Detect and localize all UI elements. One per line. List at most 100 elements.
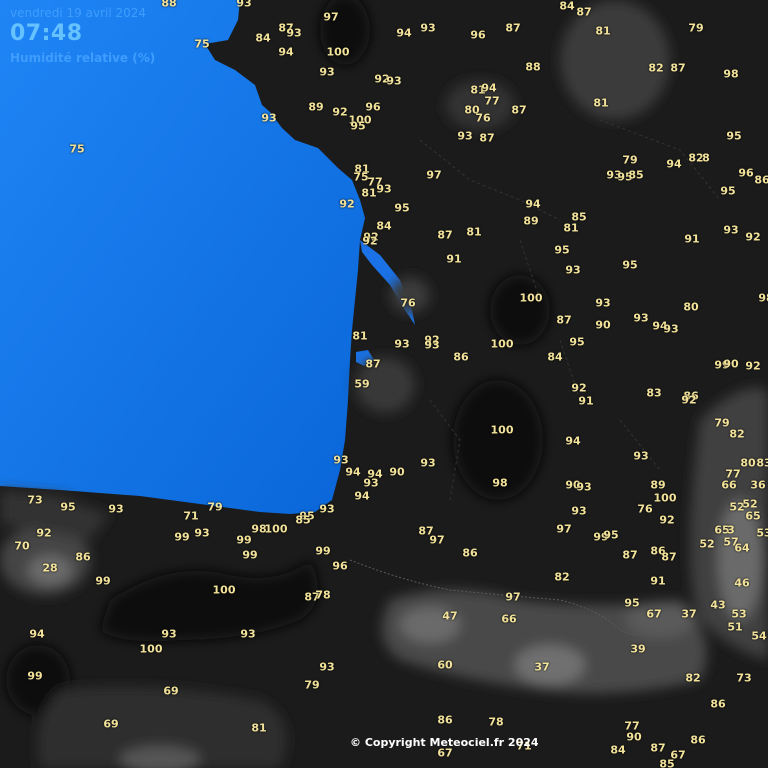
map-time: 07:48 [10, 21, 83, 46]
station-value: 43 [710, 598, 726, 612]
station-value: 97 [556, 522, 572, 536]
station-value: 91 [684, 232, 700, 246]
station-value: 99 [242, 548, 258, 562]
station-value: 93 [633, 311, 649, 325]
station-value: 67 [646, 607, 662, 621]
station-value: 8 [702, 151, 710, 165]
station-value: 94 [29, 627, 45, 641]
station-value: 93 [386, 74, 402, 88]
station-value: 95 [622, 258, 638, 272]
station-value: 86 [754, 173, 768, 187]
station-value: 83 [646, 386, 662, 400]
station-value: 86 [710, 697, 726, 711]
station-value: 79 [622, 153, 638, 167]
station-value: 92 [659, 513, 675, 527]
station-value: 94 [525, 197, 541, 211]
station-value: 92 [571, 381, 587, 395]
station-value: 81 [251, 721, 267, 735]
station-value: 65 [745, 509, 761, 523]
station-value: 93 [108, 502, 124, 516]
station-value: 54 [751, 629, 767, 643]
station-value: 95 [603, 528, 619, 542]
station-value: 96 [332, 559, 348, 573]
station-value: 81 [595, 24, 611, 38]
station-value: 93 [194, 526, 210, 540]
station-value: 78 [488, 715, 504, 729]
station-value: 94 [666, 157, 682, 171]
station-value: 95 [624, 596, 640, 610]
station-value: 69 [163, 684, 179, 698]
station-value: 87 [670, 61, 686, 75]
station-value: 98 [492, 476, 508, 490]
station-value: 81 [593, 96, 609, 110]
station-value: 93 [236, 0, 252, 10]
station-value: 75 [194, 37, 210, 51]
station-value: 93 [394, 337, 410, 351]
station-value: 86 [690, 733, 706, 747]
station-value: 93 [576, 480, 592, 494]
station-value: 89 [650, 478, 666, 492]
station-value: 93 [161, 627, 177, 641]
station-value: 97 [429, 533, 445, 547]
station-value: 82 [729, 427, 745, 441]
station-value: 86 [453, 350, 469, 364]
station-value: 69 [103, 717, 119, 731]
station-value: 77 [484, 94, 500, 108]
station-value: 87 [479, 131, 495, 145]
copyright: © Copyright Meteociel.fr 2024 [350, 736, 539, 749]
station-value: 46 [734, 576, 750, 590]
station-value: 92 [339, 197, 355, 211]
station-value: 87 [505, 21, 521, 35]
station-value: 95 [569, 335, 585, 349]
station-value: 88 [525, 60, 541, 74]
station-value: 90 [595, 318, 611, 332]
station-value: 94 [354, 489, 370, 503]
station-value: 100 [519, 291, 543, 305]
station-value: 99 [315, 544, 331, 558]
station-value: 89 [523, 214, 539, 228]
station-value: 100 [139, 642, 163, 656]
station-value: 93 [376, 182, 392, 196]
station-value: 98 [758, 291, 768, 305]
station-value: 95 [350, 119, 366, 133]
station-value: 81 [352, 329, 368, 343]
station-value: 95 [60, 500, 76, 514]
station-value: 91 [446, 252, 462, 266]
station-value: 86 [437, 713, 453, 727]
station-value: 92 [681, 393, 697, 407]
station-value: 47 [442, 609, 458, 623]
station-value: 28 [42, 561, 58, 575]
station-value: 87 [661, 550, 677, 564]
station-value: 93 [420, 21, 436, 35]
station-value: 93 [565, 263, 581, 277]
station-value: 94 [396, 26, 412, 40]
station-value: 39 [630, 642, 646, 656]
station-value: 79 [714, 416, 730, 430]
station-value: 88 [161, 0, 177, 10]
station-value: 93 [420, 456, 436, 470]
station-value: 81 [466, 225, 482, 239]
station-value: 94 [345, 465, 361, 479]
station-value: 76 [400, 296, 416, 310]
station-value: 53 [731, 607, 747, 621]
station-value: 100 [212, 583, 236, 597]
station-value: 85 [659, 757, 675, 768]
station-value: 81 [563, 221, 579, 235]
station-value: 93 [595, 296, 611, 310]
station-value: 37 [681, 607, 697, 621]
station-value: 84 [559, 0, 575, 13]
station-value: 97 [323, 10, 339, 24]
station-value: 93 [723, 223, 739, 237]
station-value: 96 [365, 100, 381, 114]
station-value: 53 [756, 526, 768, 540]
station-value: 95 [394, 201, 410, 215]
station-value: 87 [511, 103, 527, 117]
station-value: 87 [556, 313, 572, 327]
station-value: 93 [363, 476, 379, 490]
station-value: 97 [426, 168, 442, 182]
station-value: 87 [650, 741, 666, 755]
station-value: 90 [723, 357, 739, 371]
station-value: 91 [578, 394, 594, 408]
station-value: 81 [361, 186, 377, 200]
station-value: 93 [286, 26, 302, 40]
